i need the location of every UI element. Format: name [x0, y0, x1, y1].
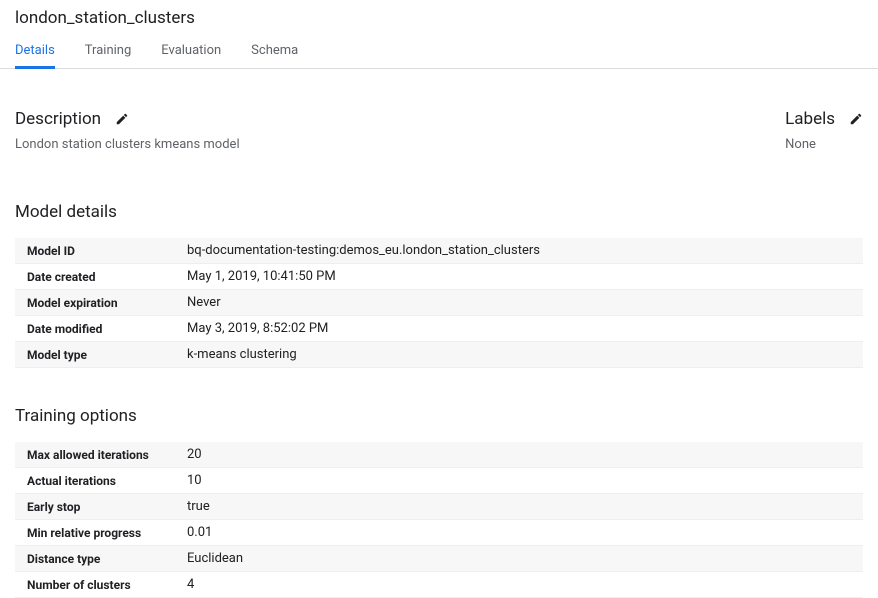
- row-value: bq-documentation-testing:demos_eu.london…: [175, 238, 863, 263]
- row-key: Actual iterations: [15, 469, 175, 493]
- tab-schema[interactable]: Schema: [251, 34, 298, 68]
- row-value: Euclidean: [175, 546, 863, 571]
- row-key: Model type: [15, 343, 175, 367]
- tab-details[interactable]: Details: [15, 34, 55, 68]
- description-block: Description London station clusters kmea…: [15, 109, 240, 152]
- row-value: May 1, 2019, 10:41:50 PM: [175, 264, 863, 289]
- model-details-heading: Model details: [15, 202, 863, 222]
- row-key: Min relative progress: [15, 521, 175, 545]
- table-row: Distance type Euclidean: [15, 546, 863, 572]
- row-key: Date created: [15, 265, 175, 289]
- row-key: Early stop: [15, 495, 175, 519]
- description-heading: Description: [15, 109, 101, 129]
- table-row: Model ID bq-documentation-testing:demos_…: [15, 238, 863, 264]
- row-value: 4: [175, 572, 863, 597]
- table-row: Date created May 1, 2019, 10:41:50 PM: [15, 264, 863, 290]
- tab-bar: Details Training Evaluation Schema: [0, 34, 878, 69]
- row-value: Never: [175, 290, 863, 315]
- page-title: london_station_clusters: [0, 0, 878, 34]
- model-details-table: Model ID bq-documentation-testing:demos_…: [15, 238, 863, 368]
- row-value: k-means clustering: [175, 342, 863, 367]
- edit-labels-icon[interactable]: [849, 112, 863, 126]
- training-options-heading: Training options: [15, 406, 863, 426]
- labels-block: Labels None: [785, 109, 863, 152]
- table-row: Max allowed iterations 20: [15, 442, 863, 468]
- row-value: May 3, 2019, 8:52:02 PM: [175, 316, 863, 341]
- description-value: London station clusters kmeans model: [15, 137, 240, 152]
- row-key: Model expiration: [15, 291, 175, 315]
- training-options-section: Training options Max allowed iterations …: [15, 406, 863, 598]
- row-value: 0.01: [175, 520, 863, 545]
- table-row: Model expiration Never: [15, 290, 863, 316]
- labels-heading: Labels: [785, 109, 835, 129]
- model-details-section: Model details Model ID bq-documentation-…: [15, 202, 863, 368]
- table-row: Min relative progress 0.01: [15, 520, 863, 546]
- edit-description-icon[interactable]: [115, 112, 129, 126]
- tab-training[interactable]: Training: [85, 34, 131, 68]
- row-key: Date modified: [15, 317, 175, 341]
- table-row: Number of clusters 4: [15, 572, 863, 598]
- table-row: Early stop true: [15, 494, 863, 520]
- table-row: Actual iterations 10: [15, 468, 863, 494]
- row-key: Distance type: [15, 547, 175, 571]
- row-key: Number of clusters: [15, 573, 175, 597]
- row-value: 20: [175, 442, 863, 467]
- row-key: Max allowed iterations: [15, 443, 175, 467]
- tab-evaluation[interactable]: Evaluation: [161, 34, 221, 68]
- row-value: 10: [175, 468, 863, 493]
- row-value: true: [175, 494, 863, 519]
- table-row: Model type k-means clustering: [15, 342, 863, 368]
- training-options-table: Max allowed iterations 20 Actual iterati…: [15, 442, 863, 598]
- labels-value: None: [785, 137, 863, 152]
- row-key: Model ID: [15, 239, 175, 263]
- table-row: Date modified May 3, 2019, 8:52:02 PM: [15, 316, 863, 342]
